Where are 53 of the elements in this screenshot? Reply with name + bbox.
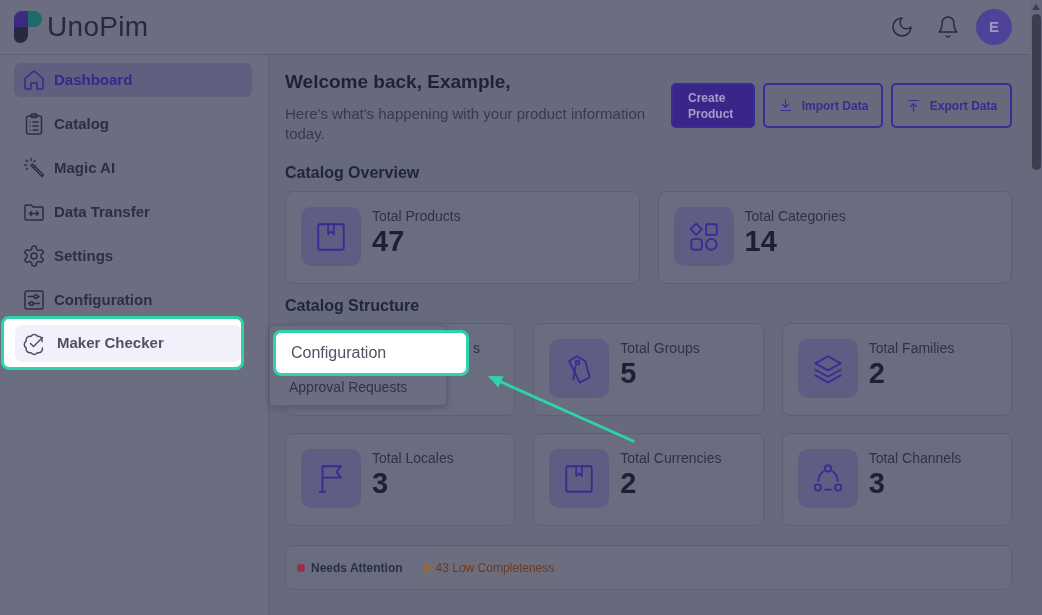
stat-value: 2 [620,467,638,499]
section-heading: Catalog Structure [285,296,421,316]
moon-icon[interactable] [890,15,914,39]
logo-icon [14,11,42,43]
sidebar-item[interactable]: Maker Checker [15,325,241,362]
stat-label: Total Channels [868,449,962,467]
sidebar-item[interactable]: Dashboard [14,63,252,97]
stat-label: Total Locales [372,449,454,467]
shapes-icon [673,207,734,266]
nodes-icon [797,449,858,508]
welcome-title: Welcome back, Example, [285,70,512,94]
stat-value: 3 [372,467,390,499]
settings-icon [22,244,46,268]
logo-text: UnoPim [47,11,149,43]
stat-label: Total Families [868,339,955,357]
box-icon [301,207,361,266]
stat-value: 47 [372,225,406,257]
stat-value: 2 [868,357,886,389]
scrollbar-thumb[interactable] [1031,14,1041,170]
stat-label: Total Groups [620,339,700,357]
bell-icon[interactable] [936,15,960,39]
tag-text: 43 Low Completeness [435,559,555,577]
import-button[interactable]: Import Data [763,83,883,128]
submenu-item[interactable]: Configuration [273,330,469,376]
sidebar-item[interactable]: Data Transfer [14,195,252,229]
section-heading: Catalog Overview [285,163,421,183]
tag-icon [549,339,610,398]
stat-label: Total Currencies [620,449,722,467]
stat-value: 3 [868,467,886,499]
layers-icon [797,339,858,398]
avatar[interactable]: E [976,9,1012,45]
stat-value: 5 [620,357,638,389]
stat-label: s [473,339,480,357]
download-icon [777,98,793,113]
stat-value: 14 [744,225,778,257]
flag-icon [301,449,361,508]
sidebar-item[interactable]: Configuration [14,283,252,317]
sidebar-item[interactable]: Magic AI [14,151,252,185]
sidebar-item[interactable]: Catalog [14,107,252,141]
box-icon [549,449,610,508]
submenu-item[interactable]: Approval Requests [270,377,408,397]
sidebar-item[interactable]: Settings [14,239,252,273]
badge-check-icon [22,331,46,356]
stat-label: Total Categories [744,207,846,225]
create-product-button[interactable]: Create Product [671,83,755,128]
sliders-icon [22,288,46,312]
upload-icon [905,98,921,113]
scroll-up-icon[interactable] [1032,4,1040,10]
magic-wand-icon [22,156,46,180]
attention-label: Needs Attention [311,559,403,577]
export-button[interactable]: Export Data [891,83,1012,128]
stat-label: Total Products [372,207,461,225]
home-icon [22,68,46,92]
